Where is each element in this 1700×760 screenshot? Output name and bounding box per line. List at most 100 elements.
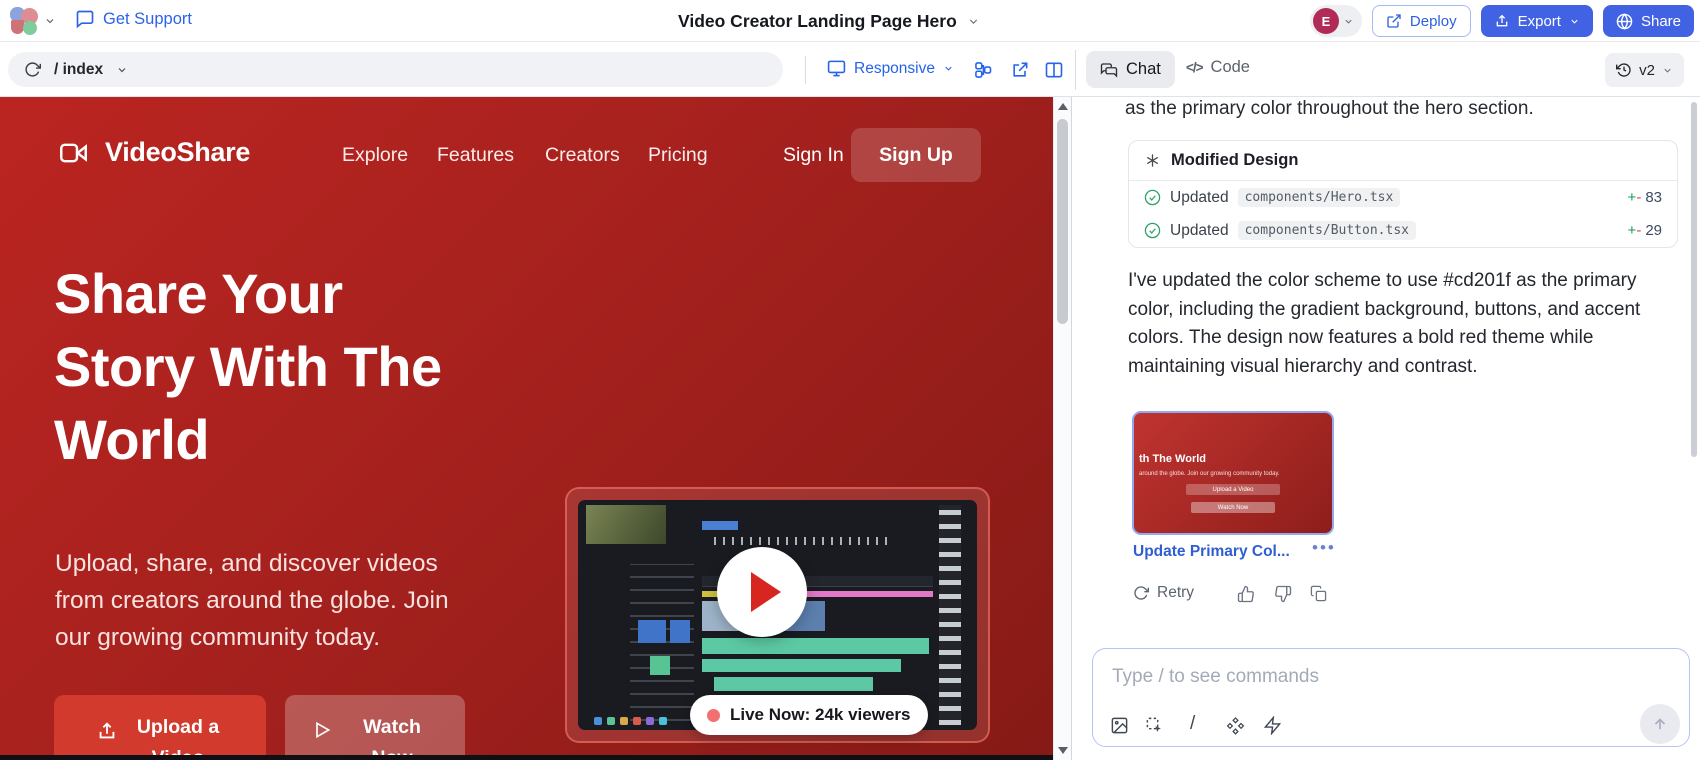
code-icon: </> bbox=[1186, 60, 1203, 75]
check-circle-icon bbox=[1144, 222, 1161, 239]
diff-count: 29 bbox=[1645, 222, 1662, 239]
upload-icon bbox=[1494, 13, 1510, 29]
top-header: Get Support Video Creator Landing Page H… bbox=[0, 0, 1700, 42]
modified-design-card: Modified Design Updated components/Hero.… bbox=[1128, 140, 1678, 248]
tab-chat[interactable]: Chat bbox=[1086, 51, 1175, 88]
upload-video-button[interactable]: Upload a Video bbox=[54, 695, 266, 760]
image-icon bbox=[1110, 716, 1129, 735]
nav-link-pricing[interactable]: Pricing bbox=[648, 144, 708, 167]
nav-link-creators[interactable]: Creators bbox=[545, 144, 620, 167]
version-selector[interactable]: v2 bbox=[1605, 53, 1684, 87]
sign-in-link[interactable]: Sign In bbox=[783, 144, 844, 167]
live-now-label: Live Now: 24k viewers bbox=[730, 705, 910, 725]
diff-stat: +-29 bbox=[1628, 222, 1662, 239]
chevron-down-icon[interactable] bbox=[116, 64, 128, 76]
chevron-down-icon bbox=[943, 63, 954, 74]
refresh-icon[interactable] bbox=[24, 61, 41, 78]
file-path-chip: components/Button.tsx bbox=[1238, 221, 1416, 240]
sign-up-button[interactable]: Sign Up bbox=[851, 128, 981, 182]
send-button[interactable] bbox=[1640, 704, 1680, 744]
url-bar[interactable]: / index bbox=[8, 52, 783, 87]
logo-shape bbox=[23, 21, 37, 35]
share-button[interactable]: Share bbox=[1603, 5, 1694, 37]
copy-button[interactable] bbox=[1310, 585, 1327, 602]
account-menu[interactable]: E bbox=[1310, 5, 1362, 37]
slash-command-button[interactable]: / bbox=[1190, 713, 1195, 735]
open-in-new-icon bbox=[1010, 60, 1034, 80]
live-dot-icon bbox=[707, 709, 720, 722]
file-change-row[interactable]: Updated components/Hero.tsx +-83 bbox=[1129, 181, 1677, 214]
get-support-link[interactable]: Get Support bbox=[75, 9, 192, 29]
brand-name: VideoShare bbox=[105, 137, 250, 168]
responsive-selector[interactable]: Responsive bbox=[827, 59, 954, 78]
upload-video-label: Upload a Video bbox=[132, 712, 224, 760]
play-icon bbox=[312, 720, 332, 760]
tab-code-label: Code bbox=[1211, 58, 1250, 77]
watch-now-button[interactable]: Watch Now bbox=[285, 695, 465, 760]
split-view-button[interactable] bbox=[1044, 58, 1068, 82]
file-action: Updated bbox=[1170, 189, 1229, 207]
hero-heading: Share Your Story With The World bbox=[54, 257, 489, 476]
scroll-up-arrow-icon[interactable] bbox=[1058, 103, 1068, 110]
chat-input-box[interactable]: / bbox=[1092, 648, 1690, 747]
main-area: VideoShare Explore Features Creators Pri… bbox=[0, 97, 1700, 760]
workspace-chevron-icon[interactable] bbox=[44, 15, 56, 27]
play-triangle-icon bbox=[751, 572, 781, 612]
path-label: / index bbox=[54, 61, 103, 79]
chat-input[interactable] bbox=[1112, 662, 1552, 692]
open-preview-button[interactable] bbox=[1010, 58, 1034, 82]
mini-watch-button: Watch Now bbox=[1191, 502, 1275, 513]
chat-scrollbar[interactable] bbox=[1691, 102, 1697, 457]
chevron-down-icon bbox=[1569, 16, 1580, 27]
check-circle-icon bbox=[1144, 189, 1161, 206]
external-link-icon bbox=[1386, 13, 1402, 29]
watch-now-label: Watch Now bbox=[346, 712, 438, 760]
globe-icon bbox=[1616, 13, 1633, 30]
thumbs-up-button[interactable] bbox=[1237, 585, 1255, 603]
app-logo[interactable] bbox=[10, 7, 40, 35]
play-button[interactable] bbox=[717, 547, 807, 637]
attach-image-button[interactable] bbox=[1110, 716, 1129, 735]
responsive-label: Responsive bbox=[854, 60, 935, 78]
preview-toolbar: / index Responsive bbox=[0, 42, 1700, 97]
components-tree-button[interactable] bbox=[973, 58, 997, 82]
diff-plus: + bbox=[1628, 222, 1637, 239]
hero-subtext: Upload, share, and discover videos from … bbox=[55, 545, 455, 656]
videoshare-logo[interactable]: VideoShare bbox=[55, 137, 250, 168]
integrations-button[interactable] bbox=[1226, 716, 1245, 735]
nav-link-features[interactable]: Features bbox=[437, 144, 514, 167]
tab-code[interactable]: </> Code bbox=[1186, 58, 1250, 77]
version-thumbnail[interactable]: th The World around the globe. Join our … bbox=[1132, 411, 1334, 535]
project-title-menu[interactable]: Video Creator Landing Page Hero bbox=[678, 0, 980, 42]
export-button[interactable]: Export bbox=[1481, 5, 1593, 37]
version-caption[interactable]: Update Primary Col... bbox=[1133, 543, 1290, 561]
more-options-icon[interactable]: ••• bbox=[1312, 538, 1336, 558]
chevron-down-icon bbox=[1343, 16, 1354, 27]
select-element-button[interactable] bbox=[1145, 716, 1164, 735]
mini-heading: th The World bbox=[1139, 453, 1206, 465]
page-title: Video Creator Landing Page Hero bbox=[678, 11, 957, 32]
assistant-message: I've updated the color scheme to use #cd… bbox=[1128, 267, 1680, 381]
preview-panel: VideoShare Explore Features Creators Pri… bbox=[0, 97, 1053, 760]
split-panel-icon bbox=[1044, 60, 1068, 80]
live-now-badge: Live Now: 24k viewers bbox=[690, 695, 928, 735]
diff-minus: - bbox=[1636, 222, 1641, 239]
preview-scrollbar[interactable] bbox=[1053, 97, 1071, 760]
upload-icon bbox=[96, 720, 118, 760]
thumbs-down-button[interactable] bbox=[1274, 585, 1292, 603]
video-camera-icon bbox=[55, 139, 92, 167]
version-label: v2 bbox=[1639, 62, 1655, 79]
mini-subtext: around the globe. Join our growing commu… bbox=[1139, 471, 1280, 477]
scroll-down-arrow-icon[interactable] bbox=[1058, 747, 1068, 754]
message-actions: Retry bbox=[1133, 584, 1194, 602]
deploy-button[interactable]: Deploy bbox=[1372, 5, 1471, 37]
file-action: Updated bbox=[1170, 222, 1229, 240]
quick-actions-button[interactable] bbox=[1263, 716, 1282, 735]
file-change-row[interactable]: Updated components/Button.tsx +-29 bbox=[1129, 214, 1677, 247]
get-support-label: Get Support bbox=[103, 10, 192, 29]
scrollbar-thumb[interactable] bbox=[1057, 119, 1068, 324]
diff-plus: + bbox=[1628, 189, 1637, 206]
retry-button[interactable]: Retry bbox=[1133, 584, 1194, 602]
chat-bubble-icon bbox=[75, 9, 95, 29]
nav-link-explore[interactable]: Explore bbox=[342, 144, 408, 167]
